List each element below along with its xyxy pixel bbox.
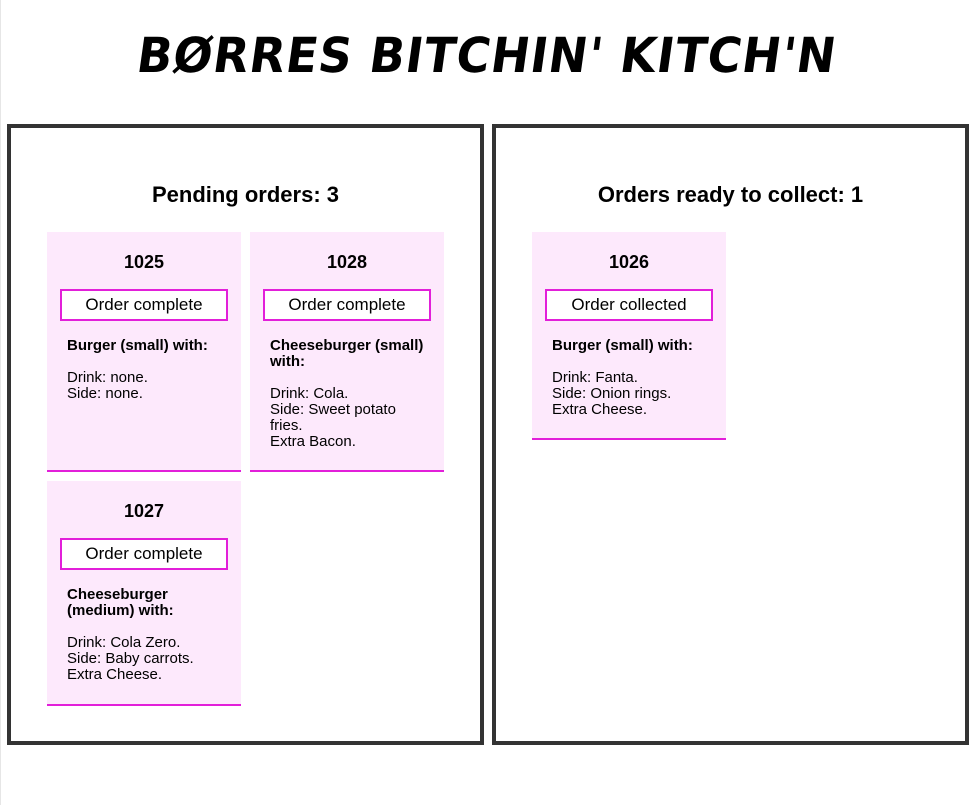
order-complete-button[interactable]: Order complete	[60, 289, 228, 321]
order-item: Cheeseburger (small) with:	[270, 337, 424, 370]
order-drink: Drink: none.	[67, 369, 148, 386]
page: BØRRES BITCHIN' KITCH'N Pending orders: …	[0, 0, 972, 805]
order-side: Side: Sweet potato fries.	[270, 401, 396, 434]
order-number: 1027	[123, 501, 165, 521]
order-side: Side: Baby carrots.	[67, 650, 194, 667]
order-details: Cheeseburger (small) with: Drink: Cola. …	[270, 338, 432, 450]
order-drink: Drink: Fanta.	[552, 369, 638, 386]
ready-orders-heading: Orders ready to collect: 1	[597, 182, 864, 207]
order-item: Burger (small) with:	[552, 337, 693, 354]
order-card-1025: 1025 Order complete Burger (small) with:…	[47, 232, 241, 472]
order-card-1026: 1026 Order collected Burger (small) with…	[532, 232, 726, 440]
order-side: Side: Onion rings.	[552, 385, 672, 402]
order-item: Cheeseburger (medium) with:	[67, 586, 174, 619]
order-card-1027: 1027 Order complete Cheeseburger (medium…	[47, 481, 241, 706]
order-number: 1025	[123, 252, 165, 272]
order-complete-button[interactable]: Order complete	[60, 538, 228, 570]
app-title: BØRRES BITCHIN' KITCH'N	[133, 26, 841, 84]
order-card-1028: 1028 Order complete Cheeseburger (small)…	[250, 232, 444, 472]
order-extra: Extra Bacon.	[270, 433, 356, 450]
order-drink: Drink: Cola.	[270, 385, 349, 402]
order-side: Side: none.	[67, 385, 143, 402]
order-details: Cheeseburger (medium) with: Drink: Cola …	[67, 587, 229, 683]
order-complete-button[interactable]: Order complete	[263, 289, 431, 321]
pending-orders-heading: Pending orders: 3	[151, 182, 340, 207]
order-item: Burger (small) with:	[67, 337, 208, 354]
order-extra: Extra Cheese.	[552, 401, 648, 418]
order-extra: Extra Cheese.	[67, 666, 163, 683]
order-collected-button[interactable]: Order collected	[545, 289, 713, 321]
order-drink: Drink: Cola Zero.	[67, 634, 181, 651]
order-details: Burger (small) with: Drink: none. Side: …	[67, 338, 229, 402]
order-details: Burger (small) with: Drink: Fanta. Side:…	[552, 338, 714, 418]
order-number: 1026	[608, 252, 650, 272]
ready-orders-panel: Orders ready to collect: 1 1026 Order co…	[492, 124, 969, 745]
pending-orders-panel: Pending orders: 3 1025 Order complete Bu…	[7, 124, 484, 745]
order-number: 1028	[326, 252, 368, 272]
